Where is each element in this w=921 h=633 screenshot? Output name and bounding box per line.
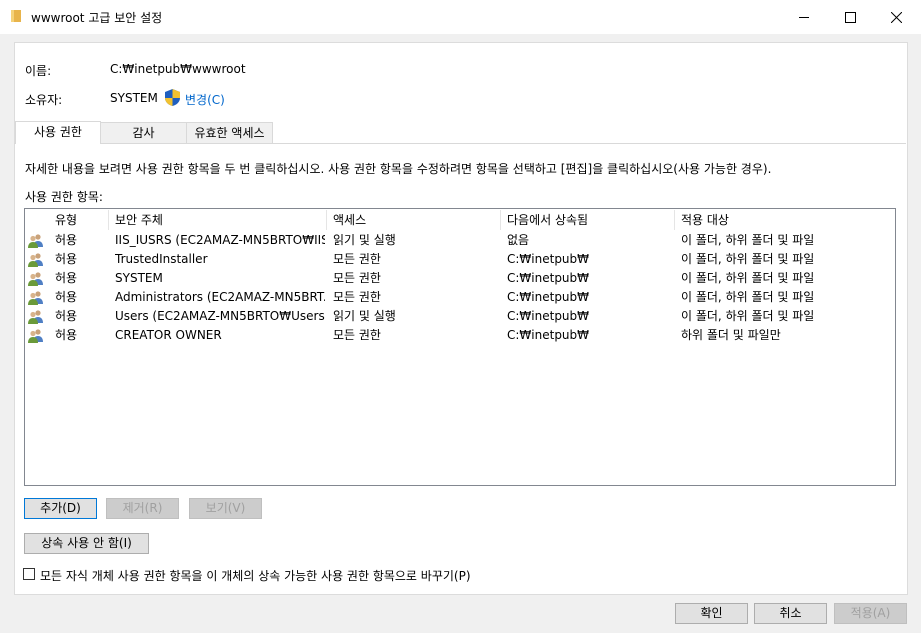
uac-shield-icon: [165, 89, 180, 106]
cell-type: 허용: [55, 271, 78, 285]
instructions-text: 자세한 내용을 보려면 사용 권한 항목을 두 번 클릭하십시오. 사용 권한 …: [25, 162, 772, 176]
owner-value: SYSTEM: [110, 91, 158, 105]
column-header-type[interactable]: 유형: [55, 211, 77, 229]
apply-button[interactable]: 적용(A): [834, 603, 907, 624]
cancel-button[interactable]: 취소: [754, 603, 827, 624]
table-row[interactable]: 허용 TrustedInstaller 모든 권한 C:₩inetpub₩ 이 …: [25, 250, 895, 269]
view-button[interactable]: 보기(V): [189, 498, 262, 519]
column-divider[interactable]: [500, 210, 501, 230]
cell-access: 모든 권한: [333, 252, 381, 266]
change-owner-link[interactable]: 변경(C): [185, 91, 225, 108]
replace-child-permissions-label[interactable]: 모든 자식 개체 사용 권한 항목을 이 개체의 상속 가능한 사용 권한 항목…: [40, 567, 471, 584]
cell-inherited-from: C:₩inetpub₩: [507, 328, 590, 342]
cell-applies-to: 이 폴더, 하위 폴더 및 파일: [681, 271, 815, 285]
users-icon: [28, 272, 43, 286]
close-icon: [890, 11, 902, 23]
cell-inherited-from: C:₩inetpub₩: [507, 290, 590, 304]
name-label: 이름:: [25, 64, 52, 78]
cell-principal: IIS_IUSRS (EC2AMAZ-MN5BRTO₩IIS_...: [115, 233, 325, 247]
users-icon: [28, 291, 43, 305]
table-row[interactable]: 허용 Administrators (EC2AMAZ-MN5BRT... 모든 …: [25, 288, 895, 307]
cell-access: 모든 권한: [333, 271, 381, 285]
users-icon: [28, 329, 43, 343]
cell-applies-to: 이 폴더, 하위 폴더 및 파일: [681, 290, 815, 304]
cell-principal: Users (EC2AMAZ-MN5BRTO₩Users): [115, 309, 325, 323]
cell-applies-to: 이 폴더, 하위 폴더 및 파일: [681, 252, 815, 266]
tab-effective-access[interactable]: 유효한 액세스: [186, 122, 273, 143]
permission-entries-label: 사용 권한 항목:: [25, 190, 103, 204]
add-button[interactable]: 추가(D): [24, 498, 97, 519]
users-icon: [28, 253, 43, 267]
cell-access: 모든 권한: [333, 328, 381, 342]
disable-inheritance-button[interactable]: 상속 사용 안 함(I): [24, 533, 149, 554]
column-header-principal[interactable]: 보안 주체: [115, 211, 163, 229]
column-header-access[interactable]: 액세스: [333, 211, 366, 229]
cell-type: 허용: [55, 328, 78, 342]
cell-applies-to: 하위 폴더 및 파일만: [681, 328, 781, 342]
table-row[interactable]: 허용 Users (EC2AMAZ-MN5BRTO₩Users) 읽기 및 실행…: [25, 307, 895, 326]
cell-principal: Administrators (EC2AMAZ-MN5BRT...: [115, 290, 325, 304]
table-row[interactable]: 허용 SYSTEM 모든 권한 C:₩inetpub₩ 이 폴더, 하위 폴더 …: [25, 269, 895, 288]
cell-inherited-from: C:₩inetpub₩: [507, 271, 590, 285]
owner-label: 소유자:: [25, 93, 63, 107]
cell-inherited-from: C:₩inetpub₩: [507, 252, 590, 266]
column-divider[interactable]: [674, 210, 675, 230]
column-divider[interactable]: [326, 210, 327, 230]
users-icon: [28, 310, 43, 324]
table-row[interactable]: 허용 IIS_IUSRS (EC2AMAZ-MN5BRTO₩IIS_... 읽기…: [25, 231, 895, 250]
column-header-inherited-from[interactable]: 다음에서 상속됨: [507, 211, 588, 229]
cell-access: 읽기 및 실행: [333, 309, 396, 323]
cell-type: 허용: [55, 290, 78, 304]
folder-icon: [11, 10, 21, 22]
column-divider[interactable]: [108, 210, 109, 230]
cell-type: 허용: [55, 309, 78, 323]
column-header-applies-to[interactable]: 적용 대상: [681, 211, 729, 229]
tab-auditing[interactable]: 감사: [100, 122, 187, 143]
minimize-button[interactable]: [781, 0, 827, 34]
users-icon: [28, 234, 43, 248]
close-button[interactable]: [873, 0, 919, 34]
cell-principal: CREATOR OWNER: [115, 328, 222, 342]
name-value: C:₩inetpub₩wwwroot: [110, 62, 246, 76]
cell-type: 허용: [55, 233, 78, 247]
tab-permissions[interactable]: 사용 권한: [15, 121, 101, 144]
replace-child-permissions-checkbox[interactable]: [23, 568, 35, 580]
ok-button[interactable]: 확인: [675, 603, 748, 624]
cell-inherited-from: C:₩inetpub₩: [507, 309, 590, 323]
title-bar: wwwroot 고급 보안 설정: [0, 0, 921, 34]
cell-principal: TrustedInstaller: [115, 252, 208, 266]
cell-applies-to: 이 폴더, 하위 폴더 및 파일: [681, 233, 815, 247]
cell-access: 모든 권한: [333, 290, 381, 304]
maximize-button[interactable]: [827, 0, 873, 34]
maximize-icon: [844, 11, 856, 23]
remove-button[interactable]: 제거(R): [106, 498, 179, 519]
minimize-icon: [799, 16, 809, 18]
cell-inherited-from: 없음: [507, 233, 530, 247]
table-row[interactable]: 허용 CREATOR OWNER 모든 권한 C:₩inetpub₩ 하위 폴더…: [25, 326, 895, 345]
window-title: wwwroot 고급 보안 설정: [31, 11, 163, 25]
cell-access: 읽기 및 실행: [333, 233, 396, 247]
cell-type: 허용: [55, 252, 78, 266]
cell-applies-to: 이 폴더, 하위 폴더 및 파일: [681, 309, 815, 323]
cell-principal: SYSTEM: [115, 271, 163, 285]
